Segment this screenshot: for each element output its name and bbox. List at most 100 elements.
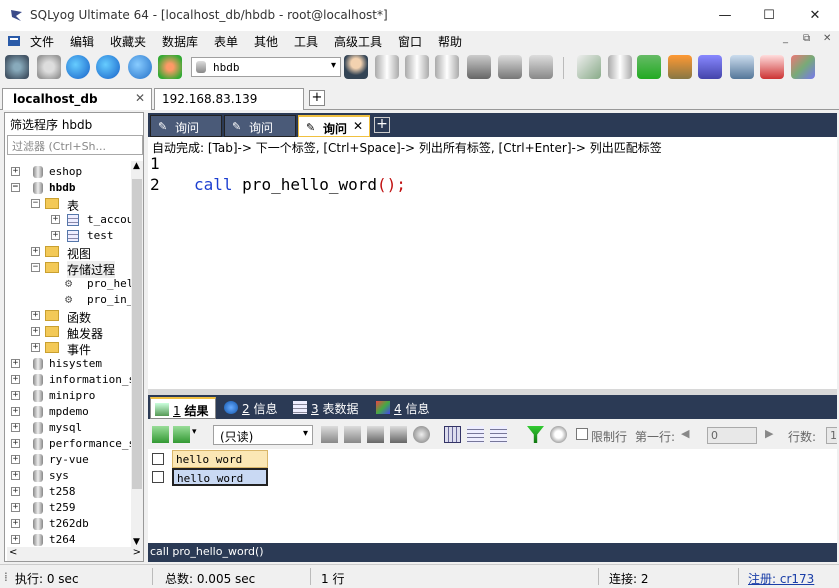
result-mode-select[interactable]: (只读) ▾ [213, 425, 313, 445]
close-icon[interactable]: ✕ [135, 91, 145, 105]
add-query-tab-icon[interactable]: + [374, 117, 390, 133]
expand-icon[interactable]: + [11, 167, 20, 176]
expand-icon[interactable]: + [11, 359, 20, 368]
menu-tools[interactable]: 工具 [294, 33, 318, 50]
new-connection-icon[interactable] [5, 55, 29, 79]
table-row[interactable]: hello word [148, 468, 268, 486]
connection-tab-localhost[interactable]: localhost_db ✕ [2, 88, 152, 110]
add-connection-icon[interactable]: + [309, 90, 325, 106]
next-page-icon[interactable]: ▶ [765, 427, 773, 440]
user-manager-icon[interactable] [344, 55, 368, 79]
expand-icon[interactable]: + [11, 455, 20, 464]
compare-icon[interactable] [637, 55, 661, 79]
select-all-checkbox[interactable] [152, 453, 164, 465]
backup-icon[interactable] [375, 55, 399, 79]
schema-layout-icon[interactable] [791, 55, 815, 79]
scheduler-icon[interactable] [698, 55, 722, 79]
save-icon[interactable] [367, 426, 384, 443]
scroll-down-icon[interactable]: ▼ [133, 537, 140, 547]
expand-icon[interactable]: + [51, 231, 60, 240]
column-header[interactable]: hello word [172, 450, 268, 468]
query-tab-3[interactable]: ✎ 询问 ✕ [298, 115, 370, 137]
delete-icon[interactable] [390, 426, 407, 443]
connection-tab-remote[interactable]: 192.168.83.139 [154, 88, 304, 110]
text-view-icon[interactable] [490, 426, 507, 443]
menu-edit[interactable]: 编辑 [70, 33, 94, 50]
tab-info[interactable]: 2 信息 [220, 397, 284, 419]
data-sync-icon[interactable] [608, 55, 632, 79]
expand-icon[interactable]: + [11, 519, 20, 528]
expand-icon[interactable]: + [11, 487, 20, 496]
form-view-icon[interactable] [467, 426, 484, 443]
table-diagnostics-icon[interactable] [760, 55, 784, 79]
expand-icon[interactable]: + [31, 343, 40, 352]
close-icon[interactable]: ✕ [353, 119, 363, 133]
cancel-icon[interactable] [413, 426, 430, 443]
expand-icon[interactable]: + [31, 311, 40, 320]
scroll-thumb[interactable] [132, 179, 142, 489]
tab-result[interactable]: 1 结果 [150, 397, 216, 419]
limit-rows-checkbox[interactable] [576, 428, 588, 440]
filter-icon[interactable] [527, 426, 544, 443]
expand-icon[interactable]: + [11, 503, 20, 512]
restore-icon[interactable] [405, 55, 429, 79]
duplicate-row-icon[interactable] [344, 426, 361, 443]
database-selector[interactable]: hbdb ▾ [191, 57, 341, 77]
db-menu-icon[interactable] [6, 33, 22, 49]
mdi-restore-icon[interactable]: ⧉ [803, 33, 810, 44]
new-query-icon[interactable] [37, 55, 61, 79]
query-editor[interactable]: 自动完成: [Tab]-> 下一个标签, [Ctrl+Space]-> 列出所有… [148, 137, 837, 389]
tree-vertical-scrollbar[interactable]: ▲ ▼ [131, 161, 143, 547]
reset-filter-icon[interactable] [550, 426, 567, 443]
menu-help[interactable]: 帮助 [438, 33, 462, 50]
menu-favorites[interactable]: 收藏夹 [110, 33, 146, 50]
import-icon[interactable] [435, 55, 459, 79]
expand-icon[interactable]: + [51, 215, 60, 224]
grid-view-icon[interactable] [444, 426, 461, 443]
query-builder-icon[interactable] [529, 55, 553, 79]
prev-page-icon[interactable]: ◀ [681, 427, 689, 440]
filter-input[interactable]: 过滤器 (Ctrl+Sh... [7, 135, 143, 155]
tab-info-2[interactable]: 4 信息 [372, 397, 434, 419]
row-checkbox[interactable] [152, 471, 164, 483]
collapse-icon[interactable]: − [11, 183, 20, 192]
menu-window[interactable]: 窗口 [398, 33, 422, 50]
export-icon[interactable] [467, 55, 491, 79]
query-tab-1[interactable]: ✎ 询问 [150, 115, 222, 137]
expand-icon[interactable]: + [11, 423, 20, 432]
grid-header-row[interactable]: hello word [148, 450, 268, 468]
mdi-minimize-icon[interactable]: _ [783, 33, 788, 44]
code-line[interactable]: call pro_hello_word(); [194, 175, 406, 194]
refresh-icon[interactable] [128, 55, 152, 79]
execute-all-icon[interactable] [96, 55, 120, 79]
scroll-up-icon[interactable]: ▲ [133, 161, 140, 171]
close-button[interactable]: ✕ [800, 4, 830, 26]
expand-icon[interactable]: + [11, 391, 20, 400]
schema-designer-icon[interactable] [498, 55, 522, 79]
menu-advanced-tools[interactable]: 高级工具 [334, 33, 382, 50]
first-row-input[interactable]: 0 [707, 427, 757, 444]
tree-horizontal-scrollbar[interactable]: < > [7, 547, 143, 561]
mdi-close-icon[interactable]: ✕ [823, 33, 831, 44]
tab-table-data[interactable]: 3 表数据 [289, 397, 367, 419]
minimize-button[interactable]: — [710, 4, 740, 26]
collapse-icon[interactable]: − [31, 199, 40, 208]
query-tab-2[interactable]: ✎ 询问 [224, 115, 296, 137]
rows-input[interactable]: 1 [826, 427, 837, 444]
grid-cell[interactable]: hello word [172, 468, 268, 486]
expand-icon[interactable]: + [31, 327, 40, 336]
expand-icon[interactable]: + [11, 471, 20, 480]
schema-sync-icon[interactable] [577, 55, 601, 79]
expand-icon[interactable]: + [11, 535, 20, 544]
execute-query-icon[interactable] [66, 55, 90, 79]
collapse-icon[interactable]: − [31, 263, 40, 272]
menu-file[interactable]: 文件 [30, 33, 54, 50]
insert-row-icon[interactable] [152, 426, 169, 443]
notification-icon[interactable] [730, 55, 754, 79]
menu-database[interactable]: 数据库 [162, 33, 198, 50]
scroll-right-icon[interactable]: > [133, 547, 141, 558]
export-result-icon[interactable] [173, 426, 190, 443]
format-query-icon[interactable] [158, 55, 182, 79]
expand-icon[interactable]: + [11, 407, 20, 416]
scroll-left-icon[interactable]: < [9, 547, 17, 558]
